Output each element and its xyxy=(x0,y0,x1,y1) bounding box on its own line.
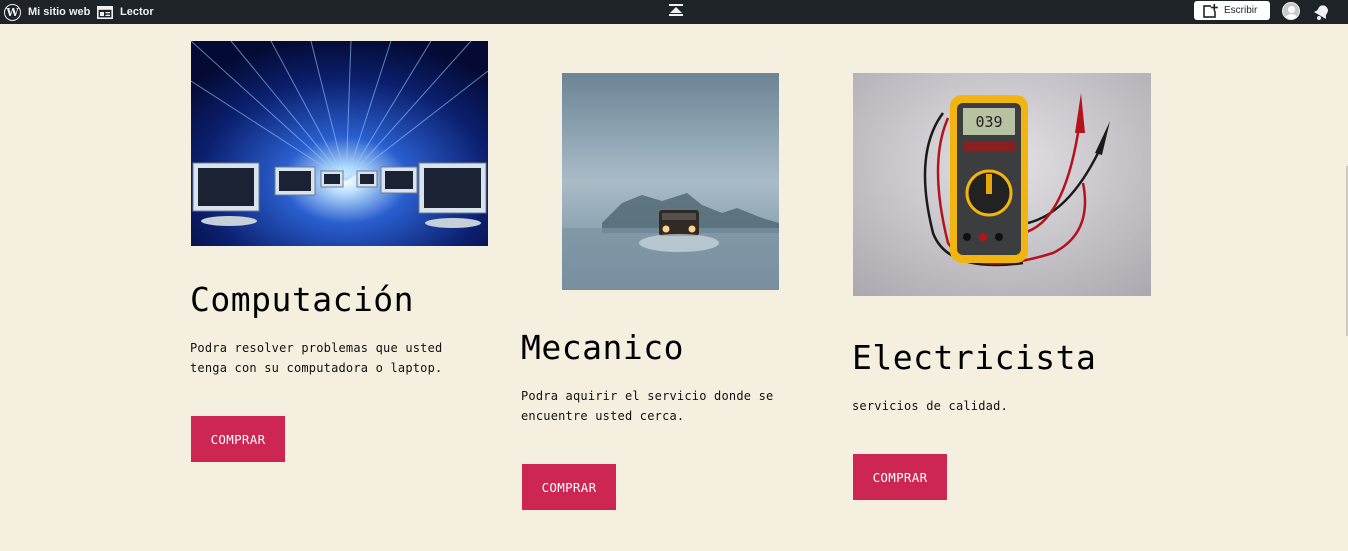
service-card-electricista: Electricista xyxy=(852,338,1096,377)
reader-icon xyxy=(97,5,113,19)
user-avatar[interactable] xyxy=(1282,2,1300,20)
card-title: Mecanico xyxy=(521,328,684,367)
write-label: Escribir xyxy=(1224,5,1258,16)
service-card-mecanico: Mecanico xyxy=(521,328,684,367)
admin-bar: W Mi sitio web Lector Escribir xyxy=(0,0,1348,24)
svg-text:039: 039 xyxy=(975,113,1002,131)
computer-data-tunnel-image xyxy=(191,41,488,246)
multimeter-image: 039 xyxy=(853,73,1151,296)
my-site-menu[interactable]: W Mi sitio web xyxy=(4,0,90,24)
card-title: Computación xyxy=(190,280,415,319)
new-post-icon xyxy=(1203,3,1218,18)
card-title: Electricista xyxy=(852,338,1097,377)
card-image-mecanico xyxy=(562,73,779,290)
service-card-computacion: Computación xyxy=(190,280,414,319)
collapse-arrow-icon[interactable] xyxy=(669,4,683,16)
truck-in-fog-image xyxy=(562,73,779,290)
buy-button-mecanico[interactable]: COMPRAR xyxy=(522,464,616,510)
buy-button-electricista[interactable]: COMPRAR xyxy=(853,454,947,500)
card-description-electricista: servicios de calidad. xyxy=(852,396,1132,416)
notifications-bell-icon[interactable] xyxy=(1313,3,1331,21)
card-description: servicios de calidad. xyxy=(852,399,1008,413)
buy-button-computacion[interactable]: COMPRAR xyxy=(191,416,285,462)
card-image-computacion xyxy=(191,41,488,246)
reader-menu[interactable]: Lector xyxy=(97,0,154,24)
card-description: Podra resolver problemas que usted tenga… xyxy=(190,341,443,375)
card-description-computacion: Podra resolver problemas que usted tenga… xyxy=(190,338,470,378)
wordpress-logo-icon: W xyxy=(4,3,21,21)
card-description: Podra aquirir el servicio donde se encue… xyxy=(521,389,774,423)
reader-label: Lector xyxy=(120,6,154,18)
write-button[interactable]: Escribir xyxy=(1194,1,1270,20)
card-image-electricista: 039 xyxy=(853,73,1151,296)
card-description-mecanico: Podra aquirir el servicio donde se encue… xyxy=(521,386,801,426)
my-site-label: Mi sitio web xyxy=(28,6,91,18)
